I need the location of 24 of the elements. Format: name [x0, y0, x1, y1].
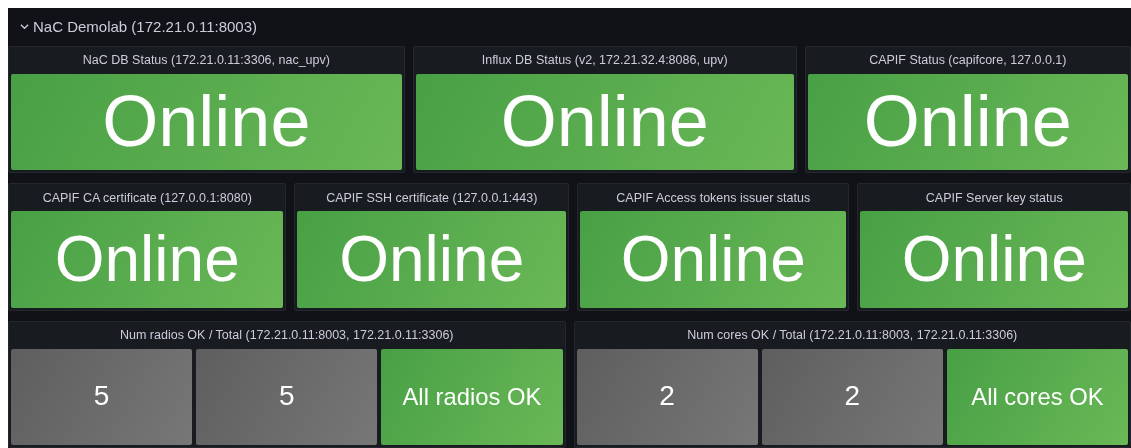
stat-value: 5 — [196, 348, 378, 445]
panel-title: Influx DB Status (v2, 172.21.32.4:8086, upv) — [480, 52, 729, 70]
stat-value: Online — [297, 211, 566, 308]
panel-title: CAPIF Server key status — [924, 189, 1064, 207]
panel-title: CAPIF SSH certificate (127.0.0.1:443) — [325, 189, 539, 207]
stat-value: 2 — [576, 348, 758, 445]
stat-value: Online — [11, 211, 284, 308]
panel-title: CAPIF Status (capifcore, 127.0.0.1) — [868, 52, 1068, 70]
stat-value: 5 — [11, 348, 193, 445]
stat-value: Online — [860, 211, 1128, 308]
stat-value: Online — [807, 73, 1128, 171]
panel-title: CAPIF CA certificate (127.0.0.1:8080) — [41, 189, 253, 207]
panel-title: Num cores OK / Total (172.21.0.11:8003, 172.21.0.11:3306) — [686, 327, 1019, 345]
panel-title: CAPIF Access tokens issuer status — [615, 189, 812, 207]
stat-value: Online — [415, 73, 794, 171]
stat-value: All radios OK — [381, 348, 563, 445]
panel-title: NaC DB Status (172.21.0.11:3306, nac_upv) — [81, 52, 331, 70]
stat-value: Online — [11, 73, 402, 171]
stat-value: 2 — [761, 348, 943, 445]
chevron-icon[interactable] — [20, 22, 29, 32]
stat-value: All cores OK — [946, 348, 1128, 445]
row-title[interactable]: NaC Demolab (172.21.0.11:8003) — [33, 18, 258, 36]
panel-title: Num radios OK / Total (172.21.0.11:8003, 172.21.0.11:3306) — [118, 327, 455, 345]
stat-value: Online — [580, 211, 847, 308]
